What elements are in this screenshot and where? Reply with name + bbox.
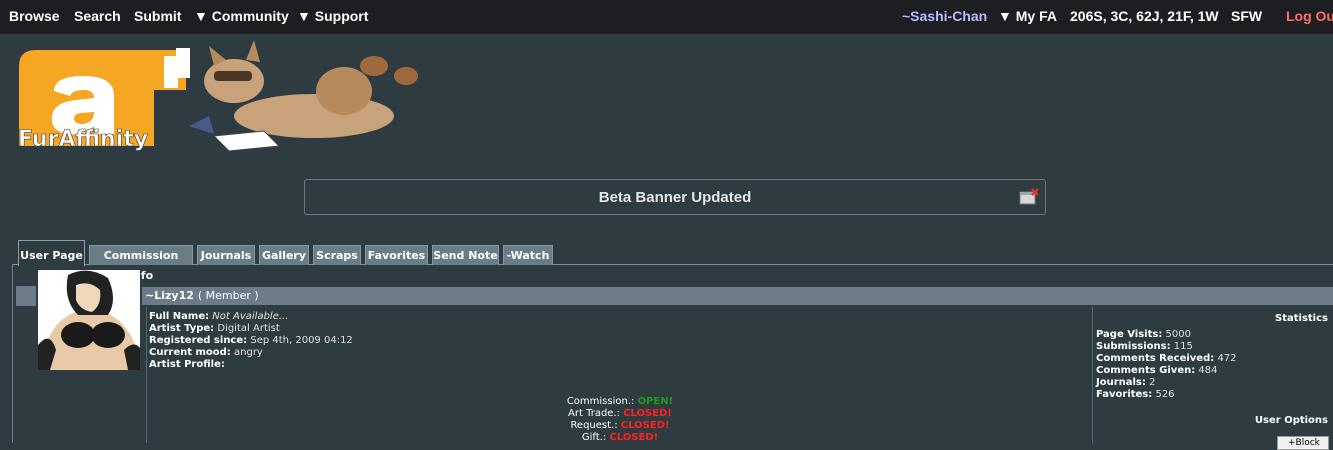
top-nav: Browse Search Submit ▼ Community ▼ Suppo… [0, 0, 1333, 34]
nav-support[interactable]: ▼ Support [297, 8, 368, 24]
page-visits-value: 5000 [1165, 329, 1191, 340]
page-visits-label: Page Visits: [1096, 329, 1163, 340]
profile-username[interactable]: ~Lizy12 [145, 289, 194, 302]
status-label: Commission.: [566, 396, 635, 407]
block-button[interactable]: +Block [1277, 436, 1329, 450]
commission-status: Commission.: OPEN! Art Trade.: CLOSED! R… [540, 396, 700, 444]
nav-sfw-toggle[interactable]: SFW [1231, 8, 1262, 24]
journals-label: Journals: [1096, 377, 1146, 388]
dismiss-notice-icon[interactable] [1019, 188, 1039, 206]
content-left-border [12, 264, 13, 443]
mood-value: angry [234, 347, 263, 358]
nav-notifications[interactable]: 206S, 3C, 62J, 21F, 1W [1070, 8, 1219, 24]
artist-type-value: Digital Artist [217, 323, 280, 334]
tab-scraps[interactable]: Scraps [313, 245, 361, 265]
tab-user-page[interactable]: User Page [18, 240, 85, 266]
notice-title: Beta Banner Updated [598, 189, 752, 206]
tab-favorites[interactable]: Favorites [365, 245, 428, 265]
tab-send-note[interactable]: Send Note [432, 245, 499, 265]
tab-watch[interactable]: -Watch [503, 245, 553, 265]
notice-banner: Beta Banner Updated [304, 179, 1046, 215]
status-label: Request.: [570, 420, 618, 431]
status-value: CLOSED! [620, 420, 670, 431]
favorites-value: 526 [1155, 389, 1175, 400]
site-logo[interactable]: FurAffinity [14, 36, 434, 161]
status-value: CLOSED! [623, 408, 672, 419]
user-options-title: User Options [1254, 415, 1328, 426]
column-divider-left [146, 307, 147, 443]
nav-myfa[interactable]: ▼ My FA [998, 8, 1057, 24]
mood-label: Current mood: [149, 347, 231, 358]
status-row: Request.: CLOSED! [540, 420, 700, 432]
statistics-title: Statistics [1275, 313, 1328, 324]
nav-community[interactable]: ▼ Community [194, 8, 289, 24]
comments-received-label: Comments Received: [1096, 353, 1215, 364]
comments-given-value: 484 [1198, 365, 1218, 376]
nav-browse[interactable]: Browse [9, 8, 60, 24]
avatar[interactable] [38, 270, 140, 370]
column-divider-right [1092, 307, 1093, 443]
status-label: Art Trade.: [568, 408, 621, 419]
favorites-label: Favorites: [1096, 389, 1153, 400]
status-row: Commission.: OPEN! [540, 396, 700, 408]
status-row: Art Trade.: CLOSED! [540, 408, 700, 420]
registered-value: Sep 4th, 2009 04:12 [250, 335, 353, 346]
comments-received-value: 472 [1217, 353, 1237, 364]
artist-profile-label: Artist Profile: [149, 359, 225, 370]
profile-role: ( Member ) [197, 289, 259, 302]
full-name-value: Not Available... [212, 311, 289, 322]
comments-given-label: Comments Given: [1096, 365, 1196, 376]
tab-journals[interactable]: Journals [197, 245, 255, 265]
nav-search[interactable]: Search [74, 8, 121, 24]
full-name-label: Full Name: [149, 311, 210, 322]
profile-header-bar: ~Lizy12( Member ) [142, 287, 1333, 305]
nav-logout[interactable]: Log Out [1286, 8, 1333, 24]
artist-type-label: Artist Type: [149, 323, 215, 334]
registered-label: Registered since: [149, 335, 248, 346]
tab-gallery[interactable]: Gallery [259, 245, 309, 265]
profile-info: Full Name: Not Available... Artist Type:… [149, 311, 353, 371]
header-square [16, 286, 36, 306]
status-value: OPEN! [637, 396, 674, 407]
nav-username[interactable]: ~Sashi-Chan [902, 8, 987, 24]
nav-submit[interactable]: Submit [134, 8, 181, 24]
statistics-panel: Page Visits: 5000 Submissions: 115 Comme… [1096, 329, 1237, 401]
tab-commission-info[interactable]: Commission Info [89, 245, 193, 282]
submissions-label: Submissions: [1096, 341, 1171, 352]
journals-value: 2 [1149, 377, 1156, 388]
status-label: Gift.: [581, 432, 607, 443]
submissions-value: 115 [1173, 341, 1193, 352]
status-row: Gift.: CLOSED! [540, 432, 700, 444]
status-value: CLOSED! [609, 432, 659, 443]
svg-text:FurAffinity: FurAffinity [18, 127, 148, 152]
